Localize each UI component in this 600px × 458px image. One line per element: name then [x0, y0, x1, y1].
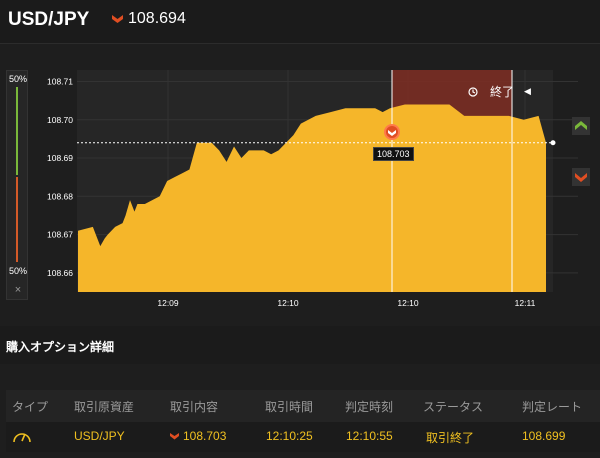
chevron-up-icon [575, 121, 587, 130]
price-chart[interactable]: 108.71 108.70 108.69 108.68 108.67 108.66 12:0… [0, 62, 600, 322]
pair-title[interactable]: USD/JPY [8, 9, 89, 31]
expiry-text: 終了 [490, 85, 515, 99]
expiry-arrow-icon: ◀ [524, 86, 531, 96]
row-status: 取引終了 [426, 431, 475, 445]
current-price-dot [550, 140, 556, 146]
column-header-trade-time: 取引時間 [265, 400, 314, 414]
column-header-type: タイプ [12, 400, 49, 414]
y-tick-label: 108.71 [47, 76, 73, 86]
x-tick-label: 12:09 [157, 298, 179, 308]
header-bar: USD/JPY 108.694 [0, 0, 600, 44]
high-button[interactable] [572, 117, 590, 135]
chevron-down-icon [112, 15, 123, 23]
y-tick-label: 108.69 [47, 153, 73, 163]
row-rate: 108.699 [522, 429, 566, 443]
column-header-content: 取引内容 [170, 400, 219, 414]
y-tick-label: 108.70 [47, 115, 73, 125]
clock-icon [468, 86, 478, 97]
y-tick-label: 108.68 [47, 191, 73, 201]
row-trade-time: 12:10:25 [266, 429, 313, 443]
column-header-judge-time: 判定時刻 [345, 400, 394, 414]
entry-price-tooltip: 108.703 [373, 147, 414, 161]
row-asset: USD/JPY [74, 429, 125, 443]
current-price: 108.694 [128, 10, 186, 27]
chevron-down-icon [388, 129, 396, 136]
column-header-rate: 判定レート [522, 400, 583, 414]
x-tick-label: 12:11 [515, 298, 536, 308]
y-tick-label: 108.67 [47, 230, 73, 240]
y-tick-label: 108.66 [47, 268, 73, 278]
column-header-status: ステータス [423, 400, 484, 414]
gauge-icon [13, 433, 31, 443]
row-content: 108.703 [170, 429, 226, 443]
chevron-down-icon [575, 173, 587, 182]
section-title: 購入オプション詳細 [6, 340, 115, 354]
entry-marker[interactable] [384, 124, 400, 140]
row-judge-time: 12:10:55 [346, 429, 393, 443]
header-price: 108.694 [112, 10, 186, 28]
column-header-asset: 取引原資産 [74, 400, 135, 414]
x-tick-label: 12:10 [277, 298, 299, 308]
chevron-down-icon [170, 433, 179, 440]
x-tick-label: 12:10 [397, 298, 419, 308]
row-content-price: 108.703 [183, 429, 227, 443]
low-button[interactable] [572, 168, 590, 186]
expiry-label: 終了 ◀ [468, 83, 531, 100]
